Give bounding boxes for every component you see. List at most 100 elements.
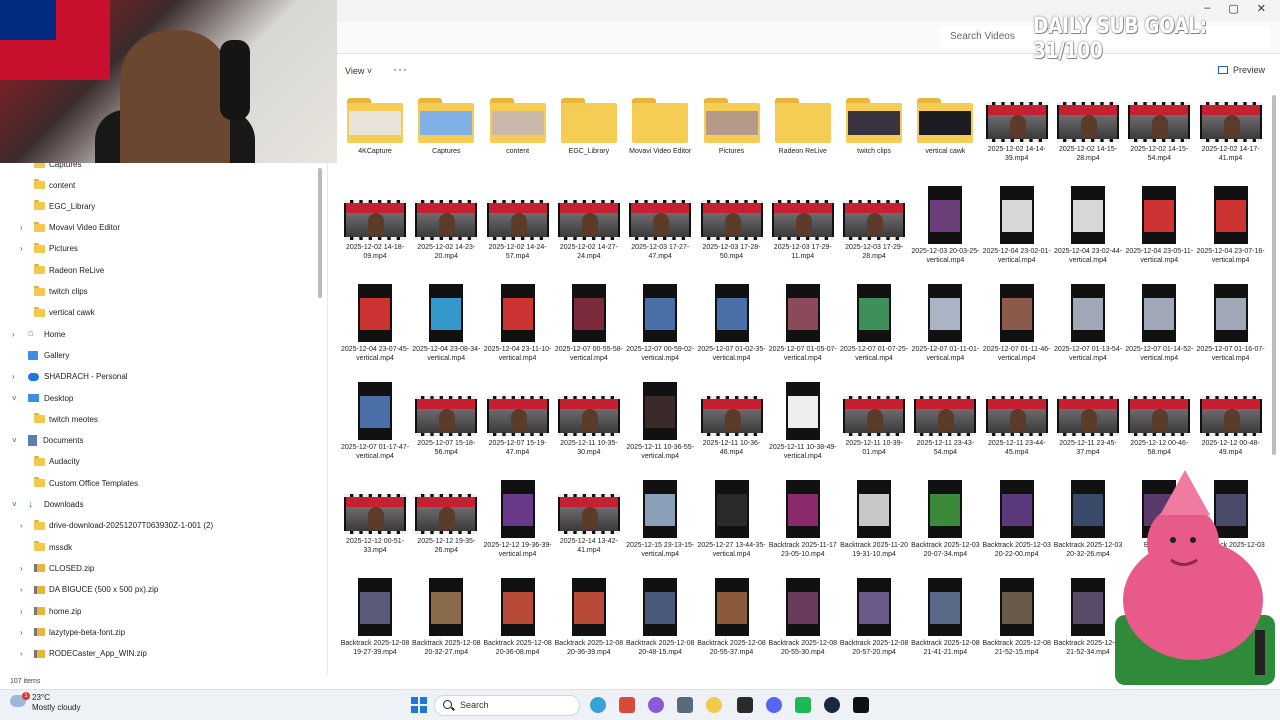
file-item[interactable]: 2025-12-14 13-42-41.mp4 <box>554 480 624 555</box>
taskbar-search[interactable]: Search <box>434 695 580 716</box>
sidebar-item[interactable]: ˅ ↓ Downloads <box>12 496 84 514</box>
chevron-right-icon[interactable]: › <box>20 244 23 253</box>
chevron-right-icon[interactable]: › <box>20 585 23 594</box>
sidebar-item[interactable]: › lazytype-beta-font.zip <box>20 623 125 641</box>
file-item[interactable]: Backtrack 2025-12-08 20-57-20.mp4 <box>839 578 909 657</box>
file-item[interactable]: 2025-12-07 15-18-56.mp4 <box>411 382 481 457</box>
file-item[interactable]: Backtrack 2025-12-08 20-36-39.mp4 <box>554 578 624 657</box>
file-item[interactable]: twitch clips <box>839 88 909 156</box>
sidebar-item[interactable]: Audacity <box>34 453 80 471</box>
sidebar-item[interactable]: ˅ Desktop <box>12 389 73 407</box>
chevron-right-icon[interactable]: › <box>12 330 15 339</box>
file-item[interactable]: 2025-12-02 14-15-54.mp4 <box>1124 88 1194 163</box>
obs-icon[interactable] <box>737 697 753 713</box>
sidebar-item[interactable]: twitch meotes <box>34 410 98 428</box>
file-item[interactable]: 2025-12-07 00-55-58-vertical.mp4 <box>554 284 624 363</box>
sidebar-item[interactable]: vertical cawk <box>34 304 95 322</box>
sidebar-item[interactable]: mssdk <box>34 538 72 556</box>
copilot-icon[interactable] <box>590 697 606 713</box>
file-item[interactable]: 2025-12-27 13-44-35-vertical.mp4 <box>697 480 767 559</box>
file-item[interactable]: 2025-12-07 01-16-07-vertical.mp4 <box>1196 284 1266 363</box>
file-item[interactable]: 2025-12-04 23-02-01-vertical.mp4 <box>982 186 1052 265</box>
file-item[interactable]: 2025-12-04 23-07-45-vertical.mp4 <box>340 284 410 363</box>
file-item[interactable]: 2025-12-11 23-43-54.mp4 <box>910 382 980 457</box>
file-item[interactable]: 2025-12-12 00-51-33.mp4 <box>340 480 410 555</box>
file-item[interactable]: 2025-12-12 00-46-58.mp4 <box>1124 382 1194 457</box>
weather-widget[interactable]: 1 23°C Mostly cloudy <box>6 692 80 713</box>
sidebar-item[interactable]: › drive-download-20251207T063930Z-1-001 (… <box>20 517 213 535</box>
file-item[interactable]: content <box>483 88 553 156</box>
file-item[interactable]: 2025-12-03 17-27-47.mp4 <box>625 186 695 261</box>
file-item[interactable]: 2025-12-02 14-15-28.mp4 <box>1053 88 1123 163</box>
file-item[interactable]: Backtrack 2025-12-08 19-27-39.mp4 <box>340 578 410 657</box>
file-item[interactable]: 2025-12-07 01-11-01-vertical.mp4 <box>910 284 980 363</box>
file-item[interactable]: 2025-12-11 23-44-45.mp4 <box>982 382 1052 457</box>
chevron-right-icon[interactable]: › <box>12 372 15 381</box>
file-item[interactable]: Backtrack 2025-12-03 20-07-34.mp4 <box>910 480 980 559</box>
file-item[interactable]: 2025-12-03 17-29-28.mp4 <box>839 186 909 261</box>
file-item[interactable]: 2025-12-04 23-05-11-vertical.mp4 <box>1124 186 1194 265</box>
sidebar-item[interactable]: › ⌂ Home <box>12 325 65 343</box>
file-item[interactable]: 2025-12-11 10-38-49-vertical.mp4 <box>768 382 838 461</box>
sidebar-item[interactable]: › SHADRACH - Personal <box>12 368 128 386</box>
file-item[interactable]: EGC_Library <box>554 88 624 156</box>
file-item[interactable]: Pictures <box>697 88 767 156</box>
file-item[interactable]: 2025-12-07 01-17-47-vertical.mp4 <box>340 382 410 461</box>
file-item[interactable]: Backtrack 2025-12-08 20-55-37.mp4 <box>697 578 767 657</box>
file-item[interactable]: 2025-12-03 17-29-11.mp4 <box>768 186 838 261</box>
file-item[interactable]: 2025-12-02 14-14-39.mp4 <box>982 88 1052 163</box>
chevron-down-icon[interactable]: ˅ <box>12 394 17 403</box>
sidebar-item[interactable]: Radeon ReLive <box>34 261 104 279</box>
file-item[interactable]: 2025-12-04 23-02-44-vertical.mp4 <box>1053 186 1123 265</box>
file-item[interactable]: 2025-12-07 15-19-47.mp4 <box>483 382 553 457</box>
file-item[interactable]: 2025-12-11 10-36-55-vertical.mp4 <box>625 382 695 461</box>
content-scrollbar[interactable] <box>1272 95 1276 455</box>
file-item[interactable]: 2025-12-12 00-48-49.mp4 <box>1196 382 1266 457</box>
file-item[interactable]: 4KCapture <box>340 88 410 156</box>
unreal-icon[interactable] <box>853 697 869 713</box>
view-menu-button[interactable]: View ˅ <box>345 66 372 76</box>
file-item[interactable]: Radeon ReLive <box>768 88 838 156</box>
file-item[interactable]: Backtrack 2025-12-08 20-36-08.mp4 <box>483 578 553 657</box>
sidebar-item[interactable]: content <box>34 176 75 194</box>
file-item[interactable]: Backtrack 2025-12-08 20-55-30.mp4 <box>768 578 838 657</box>
file-item[interactable]: Backtrack 2025-12-03 20-22-00.mp4 <box>982 480 1052 559</box>
settings-icon[interactable] <box>677 697 693 713</box>
chevron-right-icon[interactable]: › <box>20 649 23 658</box>
file-item[interactable]: 2025-12-04 23-11-10-vertical.mp4 <box>483 284 553 363</box>
file-item[interactable]: 2025-12-12 19-36-39-vertical.mp4 <box>483 480 553 559</box>
sidebar-item[interactable]: ˅ Documents <box>12 432 83 450</box>
chrome-icon[interactable] <box>619 697 635 713</box>
file-item[interactable]: 2025-12-07 01-02-35-vertical.mp4 <box>697 284 767 363</box>
file-item[interactable]: 2025-12-11 10-36-46.mp4 <box>697 382 767 457</box>
file-item[interactable]: Backtrack 2025-11-17 23-05-10.mp4 <box>768 480 838 559</box>
sidebar-item[interactable]: › CLOSED.zip <box>20 559 94 577</box>
file-item[interactable]: 2025-12-11 10-39-01.mp4 <box>839 382 909 457</box>
sidebar-scrollbar[interactable] <box>318 168 322 298</box>
sidebar-item[interactable]: › DA BIGUCE (500 x 500 px).zip <box>20 581 158 599</box>
file-item[interactable]: 2025-12-07 01-14-52-vertical.mp4 <box>1124 284 1194 363</box>
discord-icon[interactable] <box>766 697 782 713</box>
steam-icon[interactable] <box>824 697 840 713</box>
file-item[interactable]: 2025-12-11 10-35-30.mp4 <box>554 382 624 457</box>
file-item[interactable]: Backtrack 2025-12-08 21-52-15.mp4 <box>982 578 1052 657</box>
sidebar-item[interactable]: › Pictures <box>20 240 78 258</box>
file-item[interactable]: 2025-12-03 20-03-25-vertical.mp4 <box>910 186 980 265</box>
file-item[interactable]: 2025-12-02 14-27-24.mp4 <box>554 186 624 261</box>
sidebar-item[interactable]: EGC_Library <box>34 197 95 215</box>
more-options-button[interactable]: ··· <box>393 62 408 76</box>
file-item[interactable]: 2025-12-07 00-59-02-vertical.mp4 <box>625 284 695 363</box>
preview-button[interactable]: Preview <box>1217 65 1265 75</box>
file-item[interactable]: 2025-12-02 14-18-09.mp4 <box>340 186 410 261</box>
sidebar-item[interactable]: › home.zip <box>20 602 81 620</box>
spotify-icon[interactable] <box>795 697 811 713</box>
sidebar-item[interactable]: › Movavi Video Editor <box>20 219 120 237</box>
chevron-right-icon[interactable]: › <box>20 607 23 616</box>
chevron-down-icon[interactable]: ˅ <box>12 436 17 445</box>
file-item[interactable]: 2025-12-03 17-28-50.mp4 <box>697 186 767 261</box>
chevron-right-icon[interactable]: › <box>20 564 23 573</box>
sidebar-item[interactable]: twitch clips <box>34 283 88 301</box>
file-item[interactable]: 2025-12-02 14-23-20.mp4 <box>411 186 481 261</box>
file-item[interactable]: 2025-12-15 23-13-15-vertical.mp4 <box>625 480 695 559</box>
file-item[interactable]: 2025-12-07 01-05-07-vertical.mp4 <box>768 284 838 363</box>
